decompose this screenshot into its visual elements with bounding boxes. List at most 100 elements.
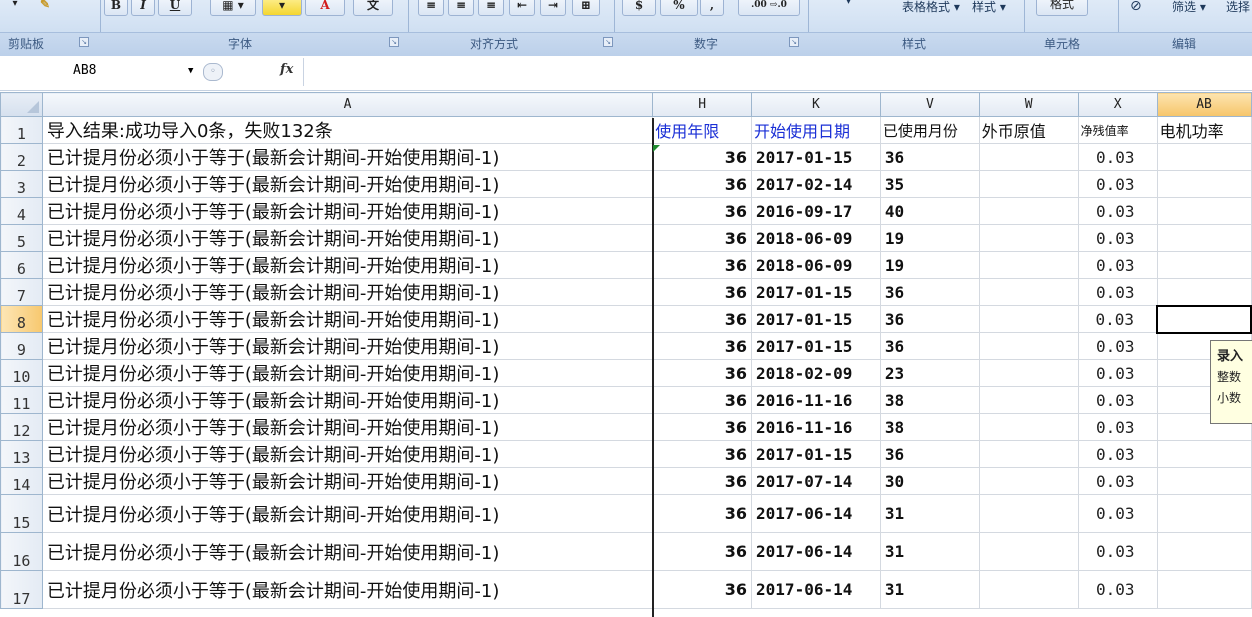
cell-w[interactable]	[978, 440, 1079, 468]
cell-x[interactable]: 0.03	[1077, 440, 1158, 468]
name-box-dropdown-icon[interactable]: ▼	[188, 61, 193, 81]
font-color-button[interactable]: A	[305, 0, 345, 16]
decrease-indent-icon[interactable]: ⇤	[509, 0, 535, 16]
font-launcher-icon[interactable]: ↘	[389, 37, 399, 47]
row-header[interactable]: 1	[0, 116, 43, 144]
cell-x[interactable]: 0.03	[1077, 494, 1158, 533]
row-header[interactable]: 15	[0, 494, 43, 533]
cell-ab[interactable]	[1156, 197, 1252, 225]
select-all-corner[interactable]	[0, 92, 43, 117]
cell-w[interactable]	[978, 143, 1079, 171]
row-header[interactable]: 5	[0, 224, 43, 252]
align-left-icon[interactable]: ≡	[418, 0, 444, 16]
cell-a[interactable]: 已计提月份必须小于等于(最新会计期间-开始使用期间-1)	[41, 251, 654, 279]
cell-v[interactable]: 19	[879, 224, 980, 252]
column-header-v[interactable]: V	[879, 92, 980, 117]
cell-k[interactable]: 2017-01-15	[751, 440, 881, 468]
cell-x[interactable]: 0.03	[1077, 467, 1158, 495]
cell-a[interactable]: 已计提月份必须小于等于(最新会计期间-开始使用期间-1)	[41, 440, 654, 468]
cell-ab[interactable]	[1156, 532, 1252, 571]
comma-style-button[interactable]: ,	[700, 0, 724, 16]
cell-w[interactable]	[978, 305, 1079, 333]
cell-k[interactable]: 2016-11-16	[751, 386, 881, 414]
fill-color-button[interactable]: ▾	[262, 0, 302, 16]
cell-v[interactable]: 35	[879, 170, 980, 198]
decimal-button[interactable]: .00 ⇨.0	[738, 0, 800, 16]
cell-v[interactable]: 36	[879, 143, 980, 171]
cell-h[interactable]: 36	[652, 332, 753, 360]
row-header[interactable]: 8	[0, 305, 43, 333]
cell-h[interactable]: 36	[652, 532, 753, 571]
sort-filter-button[interactable]: 筛选 ▾	[1172, 0, 1206, 15]
currency-format-icon[interactable]: $	[622, 0, 656, 16]
cell-h[interactable]: 36	[652, 440, 753, 468]
cell-a[interactable]: 已计提月份必须小于等于(最新会计期间-开始使用期间-1)	[41, 532, 654, 571]
cell-w[interactable]	[978, 251, 1079, 279]
cell-k[interactable]: 2017-01-15	[751, 332, 881, 360]
cell-h[interactable]: 36	[652, 197, 753, 225]
bold-button[interactable]: B	[104, 0, 128, 16]
find-select-button[interactable]: 选择	[1226, 0, 1250, 15]
cell-x[interactable]: 0.03	[1077, 224, 1158, 252]
formula-input[interactable]	[306, 60, 1250, 86]
clear-icon[interactable]: ⊘	[1130, 0, 1142, 14]
cell-k[interactable]: 2017-07-14	[751, 467, 881, 495]
cell-k[interactable]: 2018-06-09	[751, 224, 881, 252]
increase-indent-icon[interactable]: ⇥	[540, 0, 566, 16]
cell-ab[interactable]	[1156, 251, 1252, 279]
conditional-format-dropdown-icon[interactable]: ▾	[846, 0, 851, 7]
row-header[interactable]: 4	[0, 197, 43, 225]
cell-a[interactable]: 已计提月份必须小于等于(最新会计期间-开始使用期间-1)	[41, 413, 654, 441]
row-header[interactable]: 3	[0, 170, 43, 198]
cell-w[interactable]	[978, 332, 1079, 360]
cell-x[interactable]: 0.03	[1077, 170, 1158, 198]
cell-h[interactable]: 36	[652, 359, 753, 387]
cell-x[interactable]: 0.03	[1077, 359, 1158, 387]
cell-h[interactable]: 36	[652, 170, 753, 198]
cell-x[interactable]: 0.03	[1077, 197, 1158, 225]
cell-v[interactable]: 38	[879, 413, 980, 441]
cell-ab[interactable]	[1156, 170, 1252, 198]
cell-k[interactable]: 2018-06-09	[751, 251, 881, 279]
column-header-ab[interactable]: AB	[1156, 92, 1252, 117]
cell-w[interactable]	[978, 197, 1079, 225]
align-right-icon[interactable]: ≡	[478, 0, 504, 16]
column-header-h[interactable]: H	[652, 92, 753, 117]
cell-a[interactable]: 已计提月份必须小于等于(最新会计期间-开始使用期间-1)	[41, 570, 654, 609]
active-cell-ab[interactable]	[1156, 304, 1252, 334]
cell-a[interactable]: 已计提月份必须小于等于(最新会计期间-开始使用期间-1)	[41, 197, 654, 225]
cell-w[interactable]	[978, 570, 1079, 609]
cell-x[interactable]: 0.03	[1077, 305, 1158, 333]
merge-center-icon[interactable]: ⊞	[572, 0, 600, 16]
cell-x[interactable]: 0.03	[1077, 143, 1158, 171]
cell-a[interactable]: 已计提月份必须小于等于(最新会计期间-开始使用期间-1)	[41, 332, 654, 360]
cell-a[interactable]: 已计提月份必须小于等于(最新会计期间-开始使用期间-1)	[41, 170, 654, 198]
row-header[interactable]: 9	[0, 332, 43, 360]
row-header[interactable]: 6	[0, 251, 43, 279]
cell-v[interactable]: 23	[879, 359, 980, 387]
cell-v[interactable]: 36	[879, 440, 980, 468]
row-header[interactable]: 2	[0, 143, 43, 171]
paste-dropdown-icon[interactable]: ▾	[4, 0, 26, 16]
cell-v[interactable]: 36	[879, 278, 980, 306]
cell-ab[interactable]	[1156, 494, 1252, 533]
phonetic-button[interactable]: 文	[353, 0, 393, 16]
cell-ab[interactable]	[1156, 570, 1252, 609]
formula-expand-icon[interactable]: ◦	[203, 63, 223, 81]
cell-a[interactable]: 已计提月份必须小于等于(最新会计期间-开始使用期间-1)	[41, 278, 654, 306]
cell-h[interactable]: 36	[652, 143, 753, 171]
cell-a[interactable]: 已计提月份必须小于等于(最新会计期间-开始使用期间-1)	[41, 386, 654, 414]
column-header-w[interactable]: W	[978, 92, 1079, 117]
cell-a[interactable]: 已计提月份必须小于等于(最新会计期间-开始使用期间-1)	[41, 494, 654, 533]
column-header-x[interactable]: X	[1077, 92, 1158, 117]
cell-w[interactable]	[978, 494, 1079, 533]
cell-x[interactable]: 0.03	[1077, 386, 1158, 414]
row-header[interactable]: 17	[0, 570, 43, 609]
cell-a[interactable]: 已计提月份必须小于等于(最新会计期间-开始使用期间-1)	[41, 305, 654, 333]
cell-v[interactable]: 31	[879, 532, 980, 571]
cell-w[interactable]	[978, 413, 1079, 441]
cell-v[interactable]: 19	[879, 251, 980, 279]
cell-h[interactable]: 36	[652, 278, 753, 306]
cell-ab1[interactable]: 电机功率	[1156, 116, 1252, 144]
cell-a[interactable]: 已计提月份必须小于等于(最新会计期间-开始使用期间-1)	[41, 467, 654, 495]
